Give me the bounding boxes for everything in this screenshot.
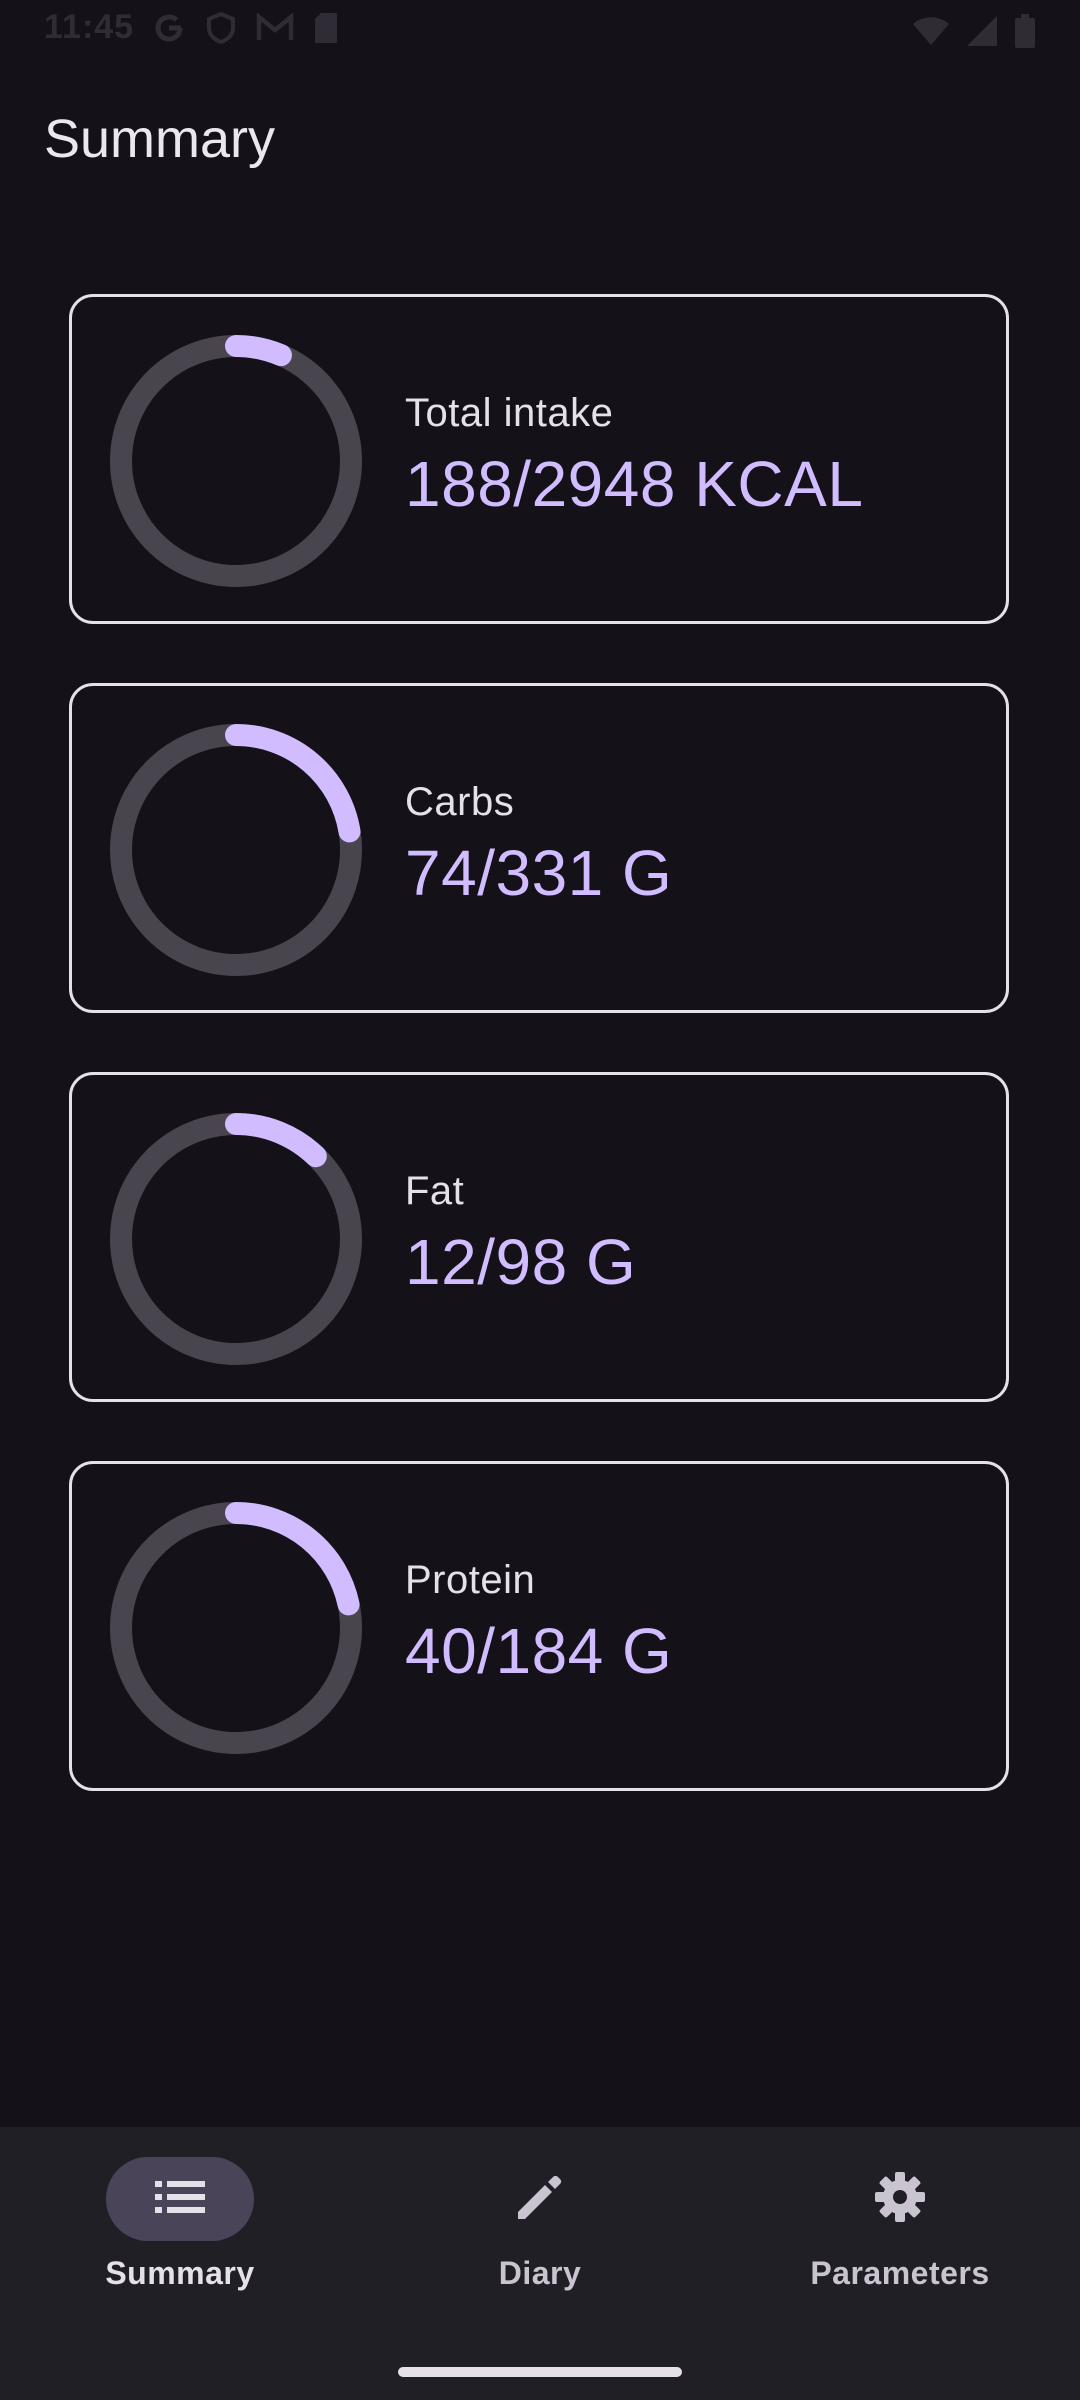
card-value: 12/98 G bbox=[405, 1226, 637, 1298]
bottom-navigation: Summary Diary Parameters bbox=[0, 2127, 1080, 2400]
nav-item-diary[interactable]: Diary bbox=[360, 2127, 720, 2327]
fat-progress-ring bbox=[110, 1113, 362, 1365]
nav-icon-slot bbox=[466, 2157, 614, 2241]
status-left: 11:45 bbox=[44, 8, 340, 47]
list-icon bbox=[155, 2179, 205, 2220]
active-indicator bbox=[106, 2157, 254, 2241]
battery-icon bbox=[1014, 14, 1036, 48]
nav-item-parameters[interactable]: Parameters bbox=[720, 2127, 1080, 2327]
sim-card-icon bbox=[312, 11, 340, 45]
card-value: 74/331 G bbox=[405, 837, 673, 909]
card-label: Fat bbox=[405, 1169, 465, 1213]
gear-icon bbox=[873, 2170, 927, 2229]
nav-icon-slot bbox=[826, 2157, 974, 2241]
gesture-handle[interactable] bbox=[398, 2367, 682, 2377]
gmail-icon bbox=[256, 12, 294, 43]
fat-card: Fat 12/98 G bbox=[69, 1072, 1009, 1402]
shield-icon bbox=[204, 11, 238, 45]
nav-item-summary[interactable]: Summary bbox=[0, 2127, 360, 2327]
protein-card: Protein 40/184 G bbox=[69, 1461, 1009, 1791]
card-value: 40/184 G bbox=[405, 1615, 673, 1687]
total-intake-card: Total intake 188/2948 KCAL bbox=[69, 294, 1009, 624]
protein-progress-ring bbox=[110, 1502, 362, 1754]
wifi-icon bbox=[912, 15, 950, 47]
page-title: Summary bbox=[44, 109, 276, 169]
status-time: 11:45 bbox=[44, 8, 135, 46]
nav-label: Summary bbox=[105, 2255, 255, 2291]
card-label: Protein bbox=[405, 1558, 536, 1602]
google-icon bbox=[152, 11, 186, 45]
carbs-card: Carbs 74/331 G bbox=[69, 683, 1009, 1013]
nav-label: Parameters bbox=[810, 2255, 990, 2291]
status-right bbox=[912, 14, 1036, 48]
card-value: 188/2948 KCAL bbox=[405, 448, 864, 520]
signal-icon bbox=[966, 15, 998, 47]
card-label: Total intake bbox=[405, 391, 614, 435]
status-bar: 11:45 bbox=[0, 0, 1080, 64]
nav-label: Diary bbox=[498, 2255, 582, 2291]
pencil-icon bbox=[515, 2172, 565, 2227]
card-label: Carbs bbox=[405, 780, 515, 824]
total-intake-progress-ring bbox=[110, 335, 362, 587]
carbs-progress-ring bbox=[110, 724, 362, 976]
